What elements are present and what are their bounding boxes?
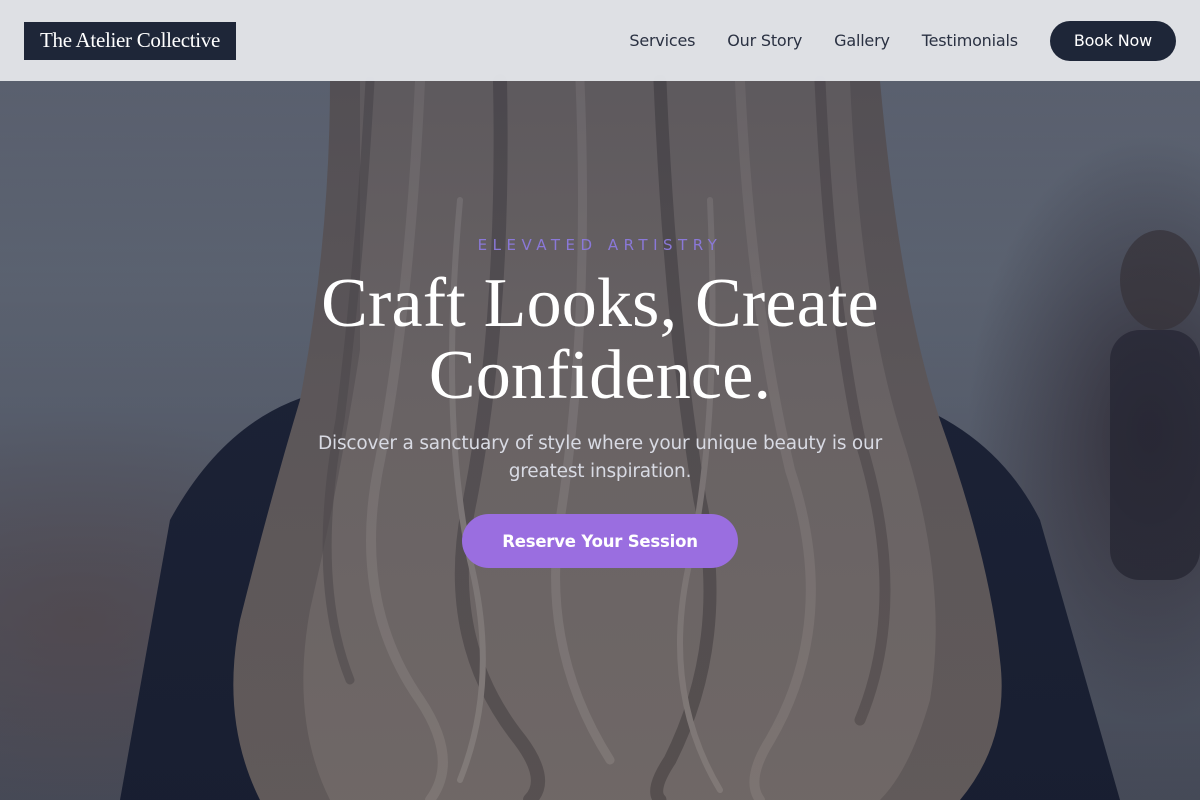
hero-headline-line1: Craft Looks, Create (321, 265, 879, 342)
hero-section: ELEVATED ARTISTRY Craft Looks, Create Co… (0, 232, 1200, 568)
nav-link-testimonials[interactable]: Testimonials (922, 31, 1018, 50)
brand-logo[interactable]: The Atelier Collective (24, 21, 237, 60)
nav-link-services[interactable]: Services (629, 31, 695, 50)
site-header: The Atelier Collective Services Our Stor… (0, 0, 1200, 81)
hero-headline-line2: Confidence. (428, 337, 772, 414)
hero-headline: Craft Looks, Create Confidence. (0, 268, 1200, 412)
hero-subtext: Discover a sanctuary of style where your… (317, 433, 882, 482)
book-now-button[interactable]: Book Now (1049, 20, 1176, 61)
reserve-session-button[interactable]: Reserve Your Session (462, 514, 738, 568)
hero-eyebrow: ELEVATED ARTISTRY (477, 236, 723, 254)
nav-link-our-story[interactable]: Our Story (727, 31, 802, 50)
main-nav: Services Our Story Gallery Testimonials … (629, 20, 1176, 61)
nav-link-gallery[interactable]: Gallery (834, 31, 890, 50)
